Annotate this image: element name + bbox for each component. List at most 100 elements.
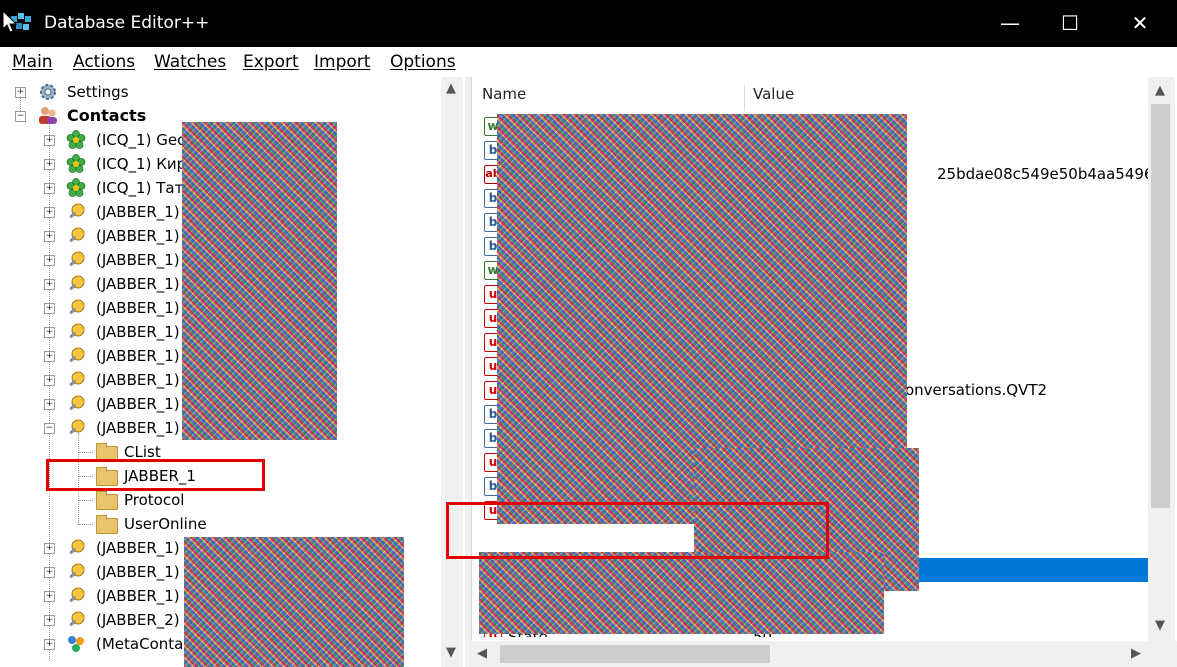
jabber-bulb-icon xyxy=(69,371,85,387)
tree-node-contact[interactable]: (ICQ_1) Geo xyxy=(96,128,186,152)
jabber-bulb-icon xyxy=(69,611,85,627)
jabber-bulb-icon xyxy=(69,395,85,411)
jabber-bulb-icon xyxy=(69,347,85,363)
tree-node-contact[interactable]: (ICQ_1) Тат xyxy=(96,176,183,200)
column-header-value[interactable]: Value xyxy=(753,85,794,103)
tree-node-contact[interactable]: (JABBER_2) xyxy=(96,608,180,632)
expand-toggle-icon[interactable]: − xyxy=(44,423,55,434)
expand-toggle-icon[interactable]: − xyxy=(15,111,26,122)
expand-toggle-icon[interactable]: + xyxy=(44,543,55,554)
jabber-bulb-icon xyxy=(69,539,85,555)
menu-main[interactable]: Main xyxy=(12,52,53,72)
expand-toggle-icon[interactable]: + xyxy=(44,615,55,626)
jabber-bulb-icon xyxy=(69,323,85,339)
tree-node-contact[interactable]: (JABBER_1) xyxy=(96,344,180,368)
highlight-box xyxy=(46,459,265,491)
tree-guide-line xyxy=(49,121,50,661)
jabber-bulb-icon xyxy=(69,419,85,435)
scroll-left-icon[interactable]: ◀ xyxy=(477,646,487,661)
tree-node-contact[interactable]: (JABBER_1) xyxy=(96,248,180,272)
window-title: Database Editor++ xyxy=(44,13,210,33)
column-header-name[interactable]: Name xyxy=(482,85,526,103)
menu-actions[interactable]: Actions xyxy=(73,52,135,72)
close-button[interactable]: ✕ xyxy=(1110,0,1170,47)
jabber-bulb-icon xyxy=(69,227,85,243)
redacted-area xyxy=(184,537,404,667)
tree-node-contact[interactable]: (JABBER_1) xyxy=(96,536,180,560)
icq-flower-icon xyxy=(66,130,86,149)
tree-node-module[interactable]: UserOnline xyxy=(124,512,207,536)
tree-guide-line xyxy=(79,524,93,525)
scroll-down-icon[interactable]: ▼ xyxy=(1155,618,1165,633)
jabber-bulb-icon xyxy=(69,203,85,219)
horizontal-scrollbar-thumb[interactable] xyxy=(500,645,770,663)
icq-flower-icon xyxy=(66,154,86,173)
expand-toggle-icon[interactable]: + xyxy=(44,399,55,410)
metacontacts-icon xyxy=(68,636,84,652)
gear-icon xyxy=(40,84,56,100)
tree-node-contact[interactable]: (JABBER_1) xyxy=(96,584,180,608)
setting-value: 25bdae08c549e50b4aa5496 xyxy=(937,165,1154,183)
contacts-icon xyxy=(39,107,57,124)
menu-export[interactable]: Export xyxy=(243,52,299,72)
expand-toggle-icon[interactable]: + xyxy=(44,183,55,194)
expand-toggle-icon[interactable]: + xyxy=(44,327,55,338)
expand-toggle-icon[interactable]: + xyxy=(15,87,26,98)
title-bar: Database Editor++ — ☐ ✕ xyxy=(0,0,1177,47)
jabber-bulb-icon xyxy=(69,251,85,267)
tree-scrollbar[interactable]: ▲ ▼ xyxy=(441,77,463,667)
redacted-area xyxy=(479,552,884,634)
tree-node-contact[interactable]: (JABBER_1) xyxy=(96,296,180,320)
tree-node-contact[interactable]: (JABBER_1) xyxy=(96,320,180,344)
tree-node-contact[interactable]: (JABBER_1) xyxy=(96,368,180,392)
scroll-up-icon[interactable]: ▲ xyxy=(446,81,456,96)
expand-toggle-icon[interactable]: + xyxy=(44,255,55,266)
icq-flower-icon xyxy=(66,178,86,197)
folder-icon xyxy=(96,491,118,510)
column-divider[interactable] xyxy=(744,85,745,111)
expand-toggle-icon[interactable]: + xyxy=(44,375,55,386)
expand-toggle-icon[interactable]: + xyxy=(44,279,55,290)
scrollbar-thumb[interactable] xyxy=(1151,104,1170,508)
scroll-down-icon[interactable]: ▼ xyxy=(446,645,456,660)
tree-node-contact[interactable]: (JABBER_1) xyxy=(96,392,180,416)
redacted-area xyxy=(182,122,337,440)
tree-node-contact[interactable]: (JABBER_1) xyxy=(96,272,180,296)
tree-node-contact[interactable]: (JABBER_1) xyxy=(96,560,180,584)
expand-toggle-icon[interactable]: + xyxy=(44,303,55,314)
tree-node-contact[interactable]: (ICQ_1) Кир xyxy=(96,152,186,176)
folder-icon xyxy=(96,515,118,534)
jabber-bulb-icon xyxy=(69,275,85,291)
jabber-bulb-icon xyxy=(69,299,85,315)
mouse-cursor-icon xyxy=(2,10,18,33)
scroll-up-icon[interactable]: ▲ xyxy=(1155,83,1165,98)
menu-import[interactable]: Import xyxy=(314,52,370,72)
expand-toggle-icon[interactable]: + xyxy=(44,135,55,146)
expand-toggle-icon[interactable]: + xyxy=(44,591,55,602)
tree-node-module[interactable]: Protocol xyxy=(124,488,184,512)
tree-node-settings[interactable]: Settings xyxy=(67,80,129,104)
jabber-bulb-icon xyxy=(69,563,85,579)
scroll-right-icon[interactable]: ▶ xyxy=(1131,646,1141,661)
tree-node-contact[interactable]: (MetaContac xyxy=(96,632,192,656)
menu-watches[interactable]: Watches xyxy=(154,52,226,72)
expand-toggle-icon[interactable]: + xyxy=(44,351,55,362)
tree-node-contact[interactable]: (JABBER_1) xyxy=(96,416,180,440)
expand-toggle-icon[interactable]: + xyxy=(44,639,55,650)
expand-toggle-icon[interactable]: + xyxy=(44,207,55,218)
maximize-button[interactable]: ☐ xyxy=(1040,0,1100,47)
jabber-bulb-icon xyxy=(69,587,85,603)
expand-toggle-icon[interactable]: + xyxy=(44,159,55,170)
setting-value: onversations.QVT2 xyxy=(905,381,1048,399)
menu-bar: Main Actions Watches Export Import Optio… xyxy=(0,47,1177,77)
menu-options[interactable]: Options xyxy=(390,52,456,72)
tree-node-contact[interactable]: (JABBER_1) xyxy=(96,200,180,224)
minimize-button[interactable]: — xyxy=(980,0,1040,47)
tree-node-contacts[interactable]: Contacts xyxy=(67,104,146,128)
tree-node-contact[interactable]: (JABBER_1) xyxy=(96,224,180,248)
highlight-box xyxy=(446,502,829,559)
tree-guide-line xyxy=(79,500,93,501)
tree-guide-line xyxy=(79,452,93,453)
expand-toggle-icon[interactable]: + xyxy=(44,231,55,242)
expand-toggle-icon[interactable]: + xyxy=(44,567,55,578)
